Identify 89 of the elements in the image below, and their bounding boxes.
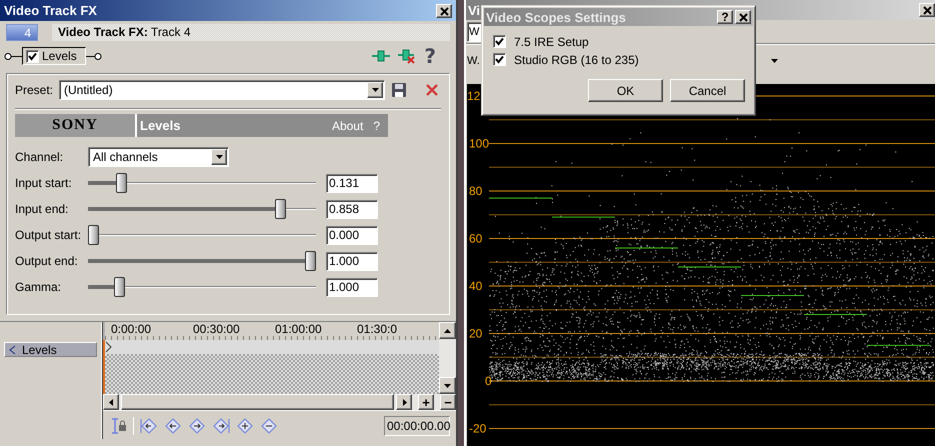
up-arrow-icon [443, 326, 452, 334]
param-label: Output start: [15, 228, 82, 242]
slider-thumb[interactable] [305, 251, 316, 271]
checkbox[interactable] [493, 53, 506, 66]
channel-label: Channel: [15, 150, 64, 164]
next-keyframe-icon[interactable] [188, 416, 206, 434]
chain-start-icon [4, 52, 22, 60]
scroll-up-button[interactable] [439, 322, 456, 339]
level-marker-line [488, 198, 552, 199]
ruler-label: 01:00:00 [275, 322, 323, 338]
scroll-down-button[interactable] [439, 377, 456, 394]
param-label: Output end: [15, 254, 79, 268]
level-marker-line [804, 314, 868, 315]
slider-thumb[interactable] [274, 199, 286, 219]
axis-label: 0 [485, 374, 492, 388]
scope-mode-label: W. [467, 55, 480, 67]
checkbox[interactable] [26, 50, 39, 62]
value-field[interactable]: 0.858 [326, 200, 378, 218]
value-field[interactable]: 1.000 [326, 252, 378, 270]
param-label: Gamma: [15, 280, 62, 294]
option-label: 7.5 IRE Setup [514, 34, 589, 48]
track-badge: 4 [6, 24, 38, 41]
value-field[interactable]: 0.000 [326, 226, 378, 244]
last-keyframe-icon[interactable] [212, 416, 230, 434]
value-field[interactable]: 0.131 [326, 174, 378, 192]
track-label: Levels [22, 342, 57, 356]
option-label: Studio RGB (16 to 235) [514, 52, 639, 66]
axis-label: 20 [469, 326, 482, 340]
slider-thumb[interactable] [114, 277, 126, 297]
down-arrow-icon [443, 382, 452, 390]
slider-thumb[interactable] [88, 225, 99, 245]
axis-label: 12 [467, 89, 480, 103]
checkbox[interactable] [493, 35, 506, 48]
previous-keyframe-icon[interactable] [164, 416, 182, 434]
zoom-in-button[interactable]: + [418, 394, 434, 410]
scroll-thumb[interactable] [121, 394, 394, 410]
param-label: Input start: [15, 176, 73, 190]
window-title: Video Track FX [4, 3, 97, 18]
help-button[interactable]: ? [717, 10, 733, 24]
plugin-name: Levels [140, 118, 180, 133]
channel-dropdown[interactable]: All channels [88, 147, 229, 167]
first-keyframe-icon[interactable] [140, 416, 158, 434]
plugin-remove-icon[interactable] [398, 48, 416, 64]
axis-label: 40 [469, 279, 482, 293]
window-title: Vi [468, 2, 480, 18]
ruler-label: 00:30:00 [193, 322, 241, 338]
fx-name: Levels [42, 49, 77, 63]
level-marker-line [740, 295, 804, 296]
axis-label: 100 [469, 136, 490, 150]
scroll-right-button[interactable] [396, 394, 412, 410]
close-button[interactable] [436, 4, 452, 18]
delete-icon[interactable] [425, 83, 440, 97]
preset-dropdown[interactable]: (Untitled) [59, 80, 386, 100]
chain-end-icon [86, 52, 102, 60]
level-marker-line [678, 266, 742, 268]
scroll-left-button[interactable] [103, 394, 119, 410]
zoom-out-button[interactable]: − [440, 394, 456, 410]
level-marker-line [866, 344, 930, 346]
ruler-label: 01:30:0 [357, 322, 398, 338]
level-marker-line [552, 216, 616, 218]
fx-header: Video Track FX: Track 4 [52, 24, 450, 41]
add-keyframe-icon[interactable] [236, 416, 254, 434]
close-button[interactable] [735, 10, 751, 24]
axis-label: 80 [469, 184, 482, 198]
left-arrow-icon [107, 398, 115, 406]
value-field[interactable]: 1.000 [326, 278, 378, 296]
dialog-button[interactable]: Cancel [670, 79, 745, 102]
keyframe-track-item[interactable]: Levels [4, 342, 97, 357]
lock-cursor-icon[interactable] [109, 416, 127, 434]
fx-chain-item[interactable]: Levels [22, 47, 86, 65]
slider-thumb[interactable] [116, 173, 128, 193]
axis-label: -20 [469, 422, 486, 436]
dialog-button[interactable]: OK [588, 79, 663, 102]
keyframe-marker-icon [106, 341, 112, 353]
caret-icon[interactable] [370, 86, 380, 94]
preset-label: Preset: [15, 83, 54, 97]
time-field[interactable]: 00:00:00.00 [384, 416, 450, 436]
plugin-chain-icon[interactable] [372, 49, 390, 63]
save-icon[interactable] [391, 82, 408, 98]
brand-logo: SONY [15, 114, 137, 137]
ruler-label: 0:00:00 [111, 322, 152, 338]
right-arrow-icon [400, 398, 408, 406]
help-link[interactable]: ? [424, 46, 436, 66]
caret-icon[interactable] [214, 153, 224, 161]
dialog-title: Video Scopes Settings [486, 10, 626, 24]
param-label: Input end: [15, 202, 70, 216]
caret-icon[interactable] [770, 57, 779, 65]
close-button[interactable] [919, 3, 935, 17]
axis-label: 60 [469, 232, 482, 246]
